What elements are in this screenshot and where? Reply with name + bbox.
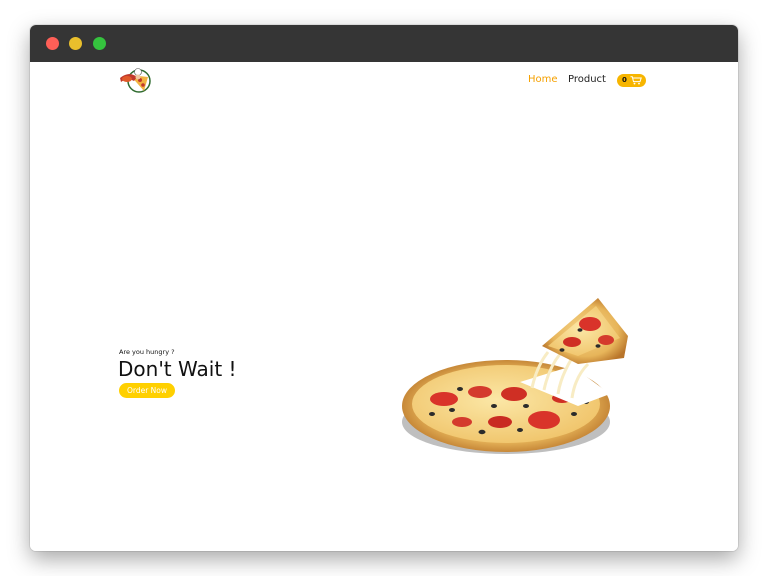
cart-button[interactable]: 0: [617, 74, 646, 87]
pizza-image: [402, 298, 628, 454]
browser-window: Home Product 0 Are you hungry ? Don't Wa…: [30, 25, 738, 551]
page-content: Home Product 0 Are you hungry ? Don't Wa…: [30, 62, 738, 551]
close-window-button[interactable]: [46, 37, 59, 50]
pizza-chef-logo-icon[interactable]: [118, 67, 152, 93]
hero-title: Don't Wait !: [118, 357, 237, 381]
page: Home Product 0 Are you hungry ? Don't Wa…: [0, 0, 768, 576]
hero-kicker: Are you hungry ?: [119, 348, 175, 356]
maximize-window-button[interactable]: [93, 37, 106, 50]
minimize-window-button[interactable]: [69, 37, 82, 50]
nav-product-link[interactable]: Product: [568, 72, 606, 88]
nav-home-link[interactable]: Home: [528, 72, 558, 88]
window-titlebar: [30, 25, 738, 62]
cart-icon: [630, 76, 642, 85]
cart-count-badge: 0: [622, 76, 627, 84]
order-now-button[interactable]: Order Now: [119, 383, 175, 398]
